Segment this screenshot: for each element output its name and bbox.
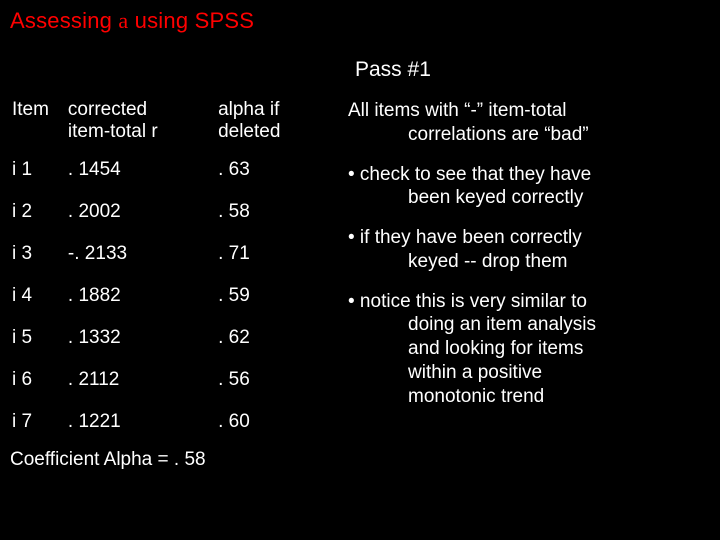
title-text-pre: Assessing: [10, 8, 118, 33]
table-row: i 4 . 1882 . 59: [10, 279, 330, 321]
table-row: i 6 . 2112 . 56: [10, 363, 330, 405]
alpha-symbol: a: [118, 8, 128, 33]
header-item: Item: [10, 99, 66, 153]
table-row: i 7 . 1221 . 60: [10, 405, 330, 447]
table-row: i 1 . 1454 . 63: [10, 153, 330, 195]
note-bad-items: All items with “-” item-total correlatio…: [348, 99, 710, 147]
table-row: i 5 . 1332 . 62: [10, 321, 330, 363]
header-alpha-if-deleted: alpha if deleted: [216, 99, 330, 153]
coefficient-alpha: Coefficient Alpha = . 58: [10, 449, 330, 471]
header-corrected: corrected item-total r: [66, 99, 216, 153]
table-row: i 3 -. 2133 . 71: [10, 237, 330, 279]
slide-title: Assessing a using SPSS: [10, 8, 710, 34]
alpha-table: Item corrected item-total r alpha if del…: [10, 99, 330, 447]
note-item-analysis: • notice this is very similar to doing a…: [348, 290, 710, 409]
title-text-post: using SPSS: [128, 8, 254, 33]
pass-label: Pass #1: [355, 58, 710, 82]
data-table-area: Item corrected item-total r alpha if del…: [10, 99, 330, 471]
notes-area: All items with “-” item-total correlatio…: [348, 99, 710, 471]
note-drop-them: • if they have been correctly keyed -- d…: [348, 226, 710, 274]
table-row: i 2 . 2002 . 58: [10, 195, 330, 237]
note-check-keyed: • check to see that they have been keyed…: [348, 163, 710, 211]
